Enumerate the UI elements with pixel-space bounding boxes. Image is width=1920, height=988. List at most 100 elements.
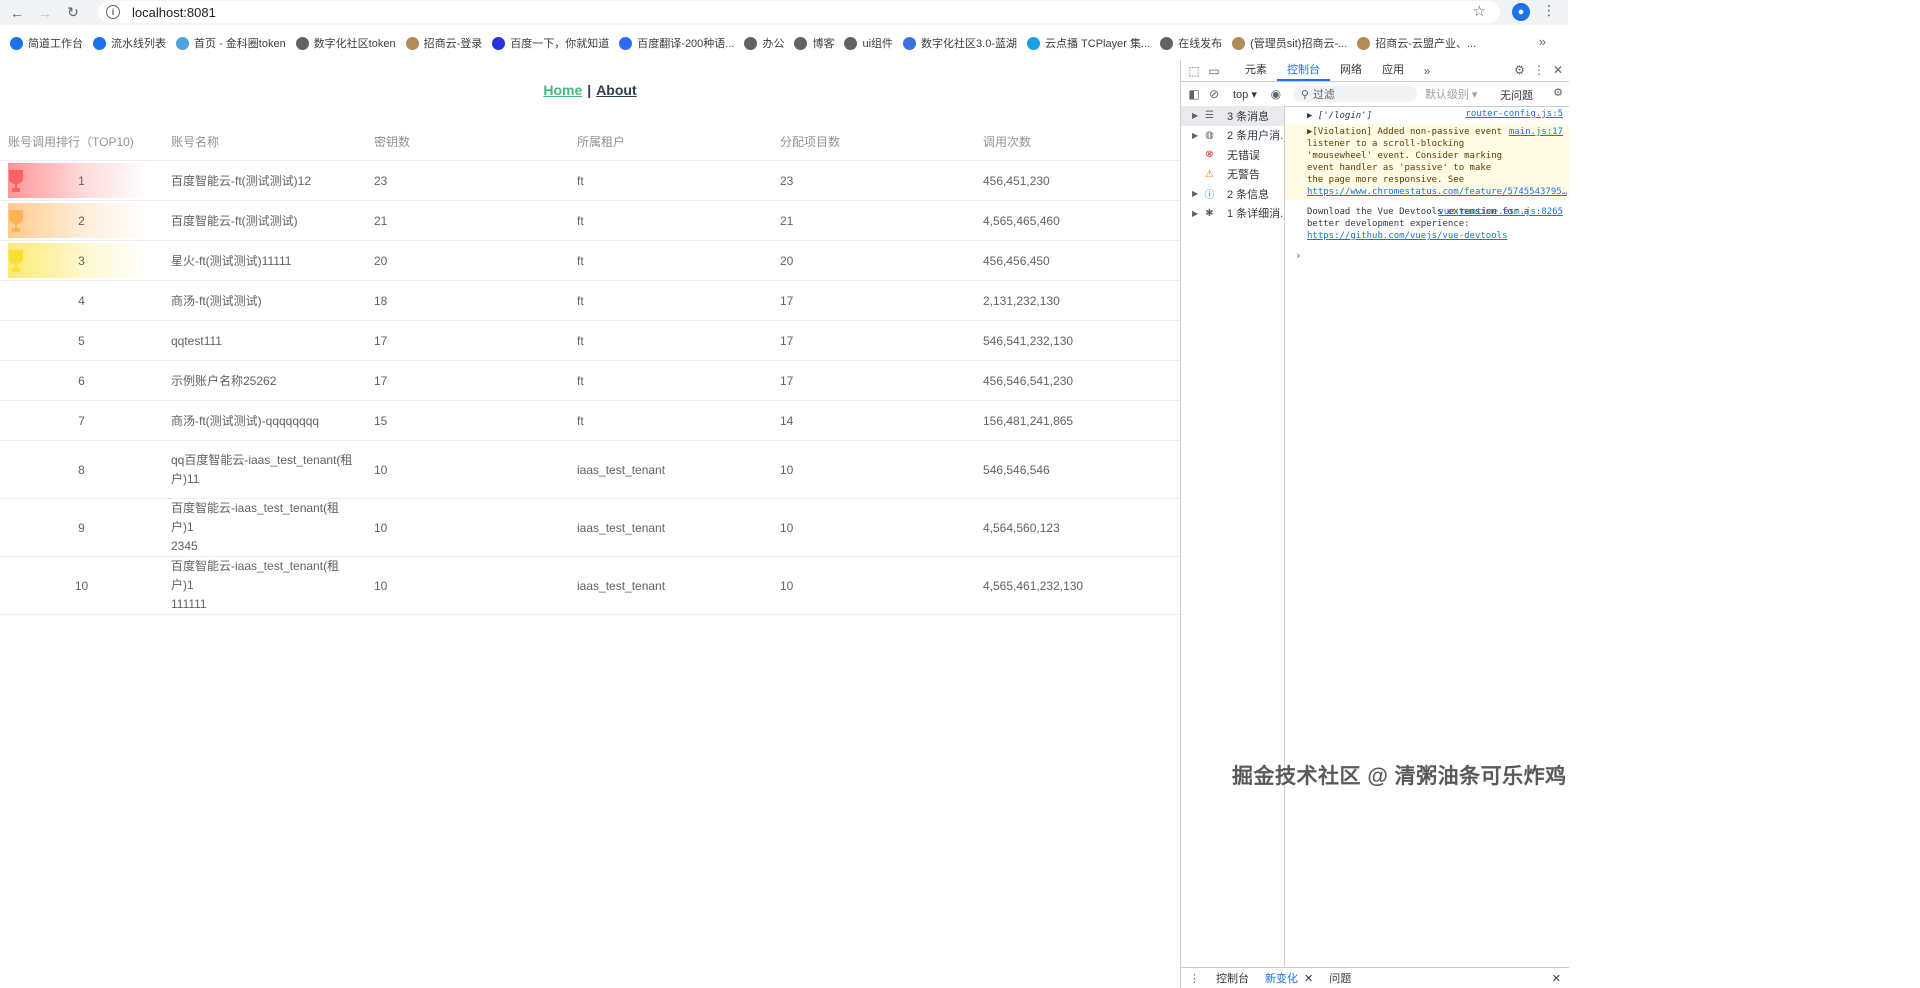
reload-icon[interactable]: ↻ <box>62 2 84 24</box>
call-count-cell: 156,481,241,865 <box>975 400 1180 441</box>
router-nav: Home | About <box>0 82 1180 98</box>
settings-gear-icon[interactable]: ⚙ <box>1514 63 1525 77</box>
tab-application[interactable]: 应用 <box>1372 60 1414 81</box>
drawer-tab-console[interactable]: 控制台 <box>1216 970 1249 986</box>
rank-number: 5 <box>78 333 85 348</box>
bookmark-item[interactable]: 数字化社区3.0-蓝湖 <box>903 35 1017 51</box>
issues-counter[interactable]: 无问题 <box>1500 87 1533 103</box>
filter-input[interactable]: ⚲ 过滤 <box>1292 86 1417 102</box>
bookmark-item[interactable]: 百度翻译-200种语... <box>619 35 734 51</box>
console-prompt[interactable]: › <box>1285 250 1569 262</box>
expand-arrow-icon[interactable]: ▶ <box>1192 209 1198 218</box>
console-message-text[interactable]: ▶ ['/login'] <box>1307 111 1372 121</box>
bookmark-item[interactable]: (管理员sit)招商云-... <box>1232 35 1347 51</box>
live-expression-eye-icon[interactable]: ◉ <box>1269 87 1283 101</box>
table-row[interactable]: 7 商汤-ft(测试测试)-qqqqqqqq 15 ft 14 156,481,241,8… <box>0 400 1180 441</box>
profile-avatar-icon[interactable]: ● <box>1512 3 1530 21</box>
bug-icon: ✱ <box>1205 207 1214 219</box>
browser-menu-icon[interactable]: ⋮ <box>1542 2 1556 19</box>
bookmark-item[interactable]: 数字化社区token <box>295 35 396 51</box>
expand-arrow-icon[interactable]: ▶ <box>1192 111 1198 120</box>
project-count-cell: 10 <box>772 498 975 557</box>
devtools-tabbar: ⬚ ▭ 元素 控制台 网络 应用 » ⚙ ⋮ ✕ <box>1181 60 1569 82</box>
tab-elements[interactable]: 元素 <box>1235 60 1277 81</box>
table-row[interactable]: 9 百度智能云-iaas_test_tenant(租户)1 2345 10 iaas_t… <box>0 498 1180 557</box>
vue-devtools-link[interactable]: https://github.com/vuejs/vue-devtools <box>1307 231 1507 241</box>
console-violation-message: main.js:17 ▶[Violation] Added non-passiv… <box>1285 124 1569 200</box>
more-tabs-icon[interactable]: » <box>1420 64 1434 78</box>
table-row[interactable]: 10 百度智能云-iaas_test_tenant(租户)1 111111 10 iaa… <box>0 556 1180 615</box>
tab-console[interactable]: 控制台 <box>1277 60 1330 81</box>
bookmark-item[interactable]: 首页 - 金科圈token <box>176 35 286 51</box>
tenant-cell: ft <box>569 320 772 361</box>
address-bar[interactable]: i localhost:8081 ☆ <box>98 1 1500 23</box>
bookmark-item[interactable]: 招商云-登录 <box>405 35 482 51</box>
source-link[interactable]: router-config.js:5 <box>1465 108 1563 120</box>
table-row[interactable]: 3 星火-ft(测试测试)11111 20 ft 20 456,456,450 <box>0 240 1180 281</box>
sidebar-toggle-icon[interactable]: ◧ <box>1187 87 1201 101</box>
chromestatus-link[interactable]: https://www.chromestatus.com/feature/574… <box>1307 187 1567 197</box>
source-link[interactable]: vue.runtime.esm.js:8265 <box>1438 206 1563 218</box>
rank-number: 1 <box>78 173 85 188</box>
table-row[interactable]: 1 百度智能云-ft(测试测试)12 23 ft 23 456,451,230 <box>0 160 1180 201</box>
table-row[interactable]: 2 百度智能云-ft(测试测试) 21 ft 21 4,565,465,460 <box>0 200 1180 241</box>
key-count-cell: 20 <box>366 240 569 281</box>
clear-console-icon[interactable]: ⊘ <box>1207 87 1221 101</box>
header-project-count: 分配项目数 <box>772 122 975 161</box>
device-toolbar-icon[interactable]: ▭ <box>1207 64 1221 78</box>
drawer-menu-icon[interactable]: ⋮ <box>1189 972 1200 985</box>
table-row[interactable]: 6 示例账户名称25262 17 ft 17 456,546,541,230 <box>0 360 1180 401</box>
bookmark-favicon-icon <box>1160 36 1174 50</box>
source-link[interactable]: main.js:17 <box>1509 126 1563 138</box>
site-info-icon[interactable]: i <box>106 5 120 19</box>
console-sidebar-item[interactable]: ⊗ 无错误 <box>1181 145 1284 165</box>
console-sidebar-item[interactable]: ⚠ 无警告 <box>1181 165 1284 185</box>
close-tab-icon[interactable]: ✕ <box>1304 972 1313 985</box>
log-level-select[interactable]: 默认级别 ▾ <box>1425 86 1478 102</box>
tab-network[interactable]: 网络 <box>1330 60 1372 81</box>
bookmark-label: 办公 <box>762 38 785 50</box>
console-sidebar-item[interactable]: ▶ ⓘ 2 条信息 <box>1181 184 1284 204</box>
expand-arrow-icon[interactable]: ▶ <box>1192 189 1198 198</box>
table-row[interactable]: 4 商汤-ft(测试测试) 18 ft 17 2,131,232,130 <box>0 280 1180 321</box>
table-row[interactable]: 5 qqtest111 17 ft 17 546,541,232,130 <box>0 320 1180 361</box>
project-count-cell: 10 <box>772 556 975 615</box>
drawer-tab-issues[interactable]: 问题 <box>1329 970 1351 986</box>
bookmarks-overflow-icon[interactable]: » <box>1539 34 1546 49</box>
project-count-cell: 17 <box>772 320 975 361</box>
filter-icon: ⚲ <box>1300 88 1309 101</box>
back-icon[interactable]: ← <box>6 2 28 24</box>
forward-icon[interactable]: → <box>34 2 56 24</box>
bookmark-item[interactable]: 流水线列表 <box>93 35 166 51</box>
console-sidebar-item[interactable]: ▶ ✱ 1 条详细消... <box>1181 204 1284 224</box>
bookmark-item[interactable]: ui组件 <box>844 35 893 51</box>
bookmark-item[interactable]: 在线发布 <box>1160 35 1222 51</box>
about-link[interactable]: About <box>596 82 636 98</box>
bookmark-item[interactable]: 云点播 TCPlayer 集... <box>1027 35 1150 51</box>
bookmark-item[interactable]: 博客 <box>794 35 834 51</box>
key-count-cell: 10 <box>366 556 569 615</box>
console-sidebar-item[interactable]: ▶ ◍ 2 条用户消... <box>1181 126 1284 146</box>
project-count-cell: 17 <box>772 360 975 401</box>
context-selector[interactable]: top ▾ <box>1233 88 1257 101</box>
home-link[interactable]: Home <box>543 82 582 98</box>
url-text[interactable]: localhost:8081 <box>132 5 216 20</box>
inspect-element-icon[interactable]: ⬚ <box>1187 64 1201 78</box>
bookmark-item[interactable]: 招商云-云盟产业、... <box>1357 35 1476 51</box>
bookmark-item[interactable]: 百度一下，你就知道 <box>492 35 609 51</box>
devtools-menu-icon[interactable]: ⋮ <box>1533 63 1545 77</box>
account-name-cell: 星火-ft(测试测试)11111 <box>163 240 366 281</box>
key-count-cell: 10 <box>366 498 569 557</box>
console-settings-icon[interactable]: ⚙ <box>1553 86 1563 99</box>
close-devtools-icon[interactable]: ✕ <box>1553 63 1563 77</box>
table-row[interactable]: 8 qq百度智能云-iaas_test_tenant(租 户)11 10 iaas_te… <box>0 440 1180 499</box>
drawer-tab-changes[interactable]: 新变化 <box>1265 970 1298 986</box>
bookmark-star-icon[interactable]: ☆ <box>1473 2 1486 20</box>
expand-arrow-icon[interactable]: ▶ <box>1192 131 1198 140</box>
close-drawer-icon[interactable]: ✕ <box>1552 972 1561 985</box>
bookmark-item[interactable]: 简道工作台 <box>10 35 83 51</box>
console-sidebar-item[interactable]: ▶ ☰ 3 条消息 <box>1181 106 1284 126</box>
bookmark-item[interactable]: 办公 <box>744 35 784 51</box>
tenant-cell: ft <box>569 240 772 281</box>
header-tenant: 所属租户 <box>569 122 772 161</box>
